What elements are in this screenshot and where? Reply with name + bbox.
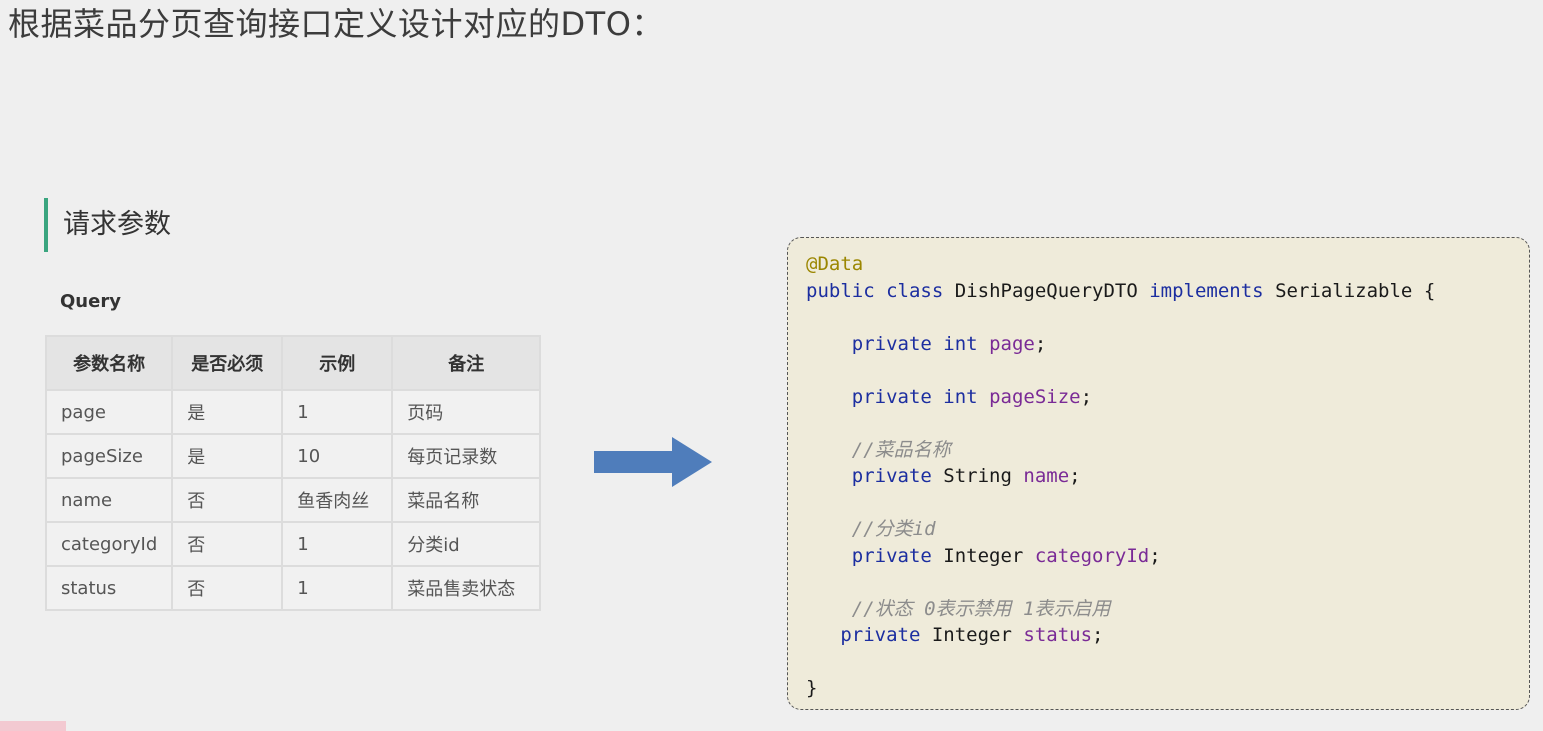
cell-param-name: pageSize bbox=[44, 433, 174, 479]
cell-remark: 菜品名称 bbox=[391, 477, 542, 523]
code-comment: //状态 0表示禁用 1表示启用 bbox=[851, 597, 1111, 620]
code-semicolon: ; bbox=[1092, 624, 1104, 646]
code-comment: //菜品名称 bbox=[851, 438, 951, 461]
code-semicolon: ; bbox=[1069, 465, 1081, 487]
cell-example: 1 bbox=[281, 389, 394, 435]
code-annotation: @Data bbox=[806, 253, 864, 275]
code-type: Integer bbox=[931, 624, 1012, 646]
cell-remark: 每页记录数 bbox=[391, 433, 542, 479]
code-semicolon: ; bbox=[1080, 385, 1093, 408]
code-keyword: private bbox=[840, 624, 921, 646]
table-header-row: 参数名称 是否必须 示例 备注 bbox=[44, 335, 542, 391]
code-keyword: implements bbox=[1149, 279, 1264, 302]
code-type: String bbox=[943, 465, 1012, 487]
cell-example: 1 bbox=[281, 565, 394, 611]
table-row: pageSize 是 10 每页记录数 bbox=[44, 433, 542, 479]
header-required: 是否必须 bbox=[171, 335, 284, 391]
header-example: 示例 bbox=[281, 335, 394, 391]
cell-remark: 菜品售卖状态 bbox=[391, 565, 542, 611]
code-interface-name: Serializable bbox=[1275, 279, 1413, 302]
cell-example: 10 bbox=[281, 433, 394, 479]
table-row: status 否 1 菜品售卖状态 bbox=[44, 565, 542, 611]
code-type: int bbox=[943, 332, 978, 355]
code-field: status bbox=[1023, 624, 1093, 646]
cell-param-name: name bbox=[44, 477, 174, 523]
code-field: pageSize bbox=[989, 385, 1081, 408]
code-type: Integer bbox=[943, 544, 1024, 567]
cell-required: 是 bbox=[171, 433, 284, 479]
code-type: int bbox=[943, 385, 978, 408]
cell-required: 否 bbox=[171, 521, 284, 567]
cell-required: 否 bbox=[171, 565, 284, 611]
table-row: page 是 1 页码 bbox=[44, 389, 542, 435]
code-keyword: private bbox=[851, 332, 932, 355]
section-heading: 请求参数 bbox=[44, 198, 171, 252]
code-keyword: public bbox=[806, 279, 875, 302]
code-comment: //分类id bbox=[851, 518, 936, 540]
cell-param-name: page bbox=[44, 389, 174, 435]
code-semicolon: ; bbox=[1034, 332, 1047, 355]
params-table: 参数名称 是否必须 示例 备注 page 是 1 页码 pageSize 是 1… bbox=[44, 335, 542, 611]
code-block: @Data public class DishPageQueryDTO impl… bbox=[787, 237, 1530, 710]
decorative-corner bbox=[0, 721, 66, 731]
code-open-brace: { bbox=[1423, 279, 1436, 302]
code-semicolon: ; bbox=[1149, 544, 1161, 567]
right-arrow-icon bbox=[594, 437, 712, 487]
slide-title: 根据菜品分页查询接口定义设计对应的DTO： bbox=[8, 5, 664, 43]
header-remark: 备注 bbox=[391, 335, 542, 391]
code-keyword: private bbox=[851, 385, 932, 408]
cell-remark: 页码 bbox=[391, 389, 542, 435]
code-field: name bbox=[1023, 465, 1070, 487]
code-field: page bbox=[989, 332, 1035, 355]
table-row: name 否 鱼香肉丝 菜品名称 bbox=[44, 477, 542, 523]
cell-param-name: categoryId bbox=[44, 521, 174, 567]
code-keyword: private bbox=[851, 465, 932, 487]
code-class-name: DishPageQueryDTO bbox=[954, 279, 1138, 302]
cell-required: 是 bbox=[171, 389, 284, 435]
cell-required: 否 bbox=[171, 477, 284, 523]
code-field: categoryId bbox=[1034, 544, 1150, 567]
query-label: Query bbox=[60, 291, 121, 312]
cell-example: 鱼香肉丝 bbox=[281, 477, 394, 523]
cell-param-name: status bbox=[44, 565, 174, 611]
code-keyword: private bbox=[851, 544, 932, 567]
code-text: @Data public class DishPageQueryDTO impl… bbox=[806, 251, 1435, 702]
table-row: categoryId 否 1 分类id bbox=[44, 521, 542, 567]
cell-example: 1 bbox=[281, 521, 394, 567]
cell-remark: 分类id bbox=[391, 521, 542, 567]
header-param-name: 参数名称 bbox=[44, 335, 174, 391]
code-keyword: class bbox=[886, 279, 944, 302]
code-close-brace: } bbox=[806, 677, 818, 699]
